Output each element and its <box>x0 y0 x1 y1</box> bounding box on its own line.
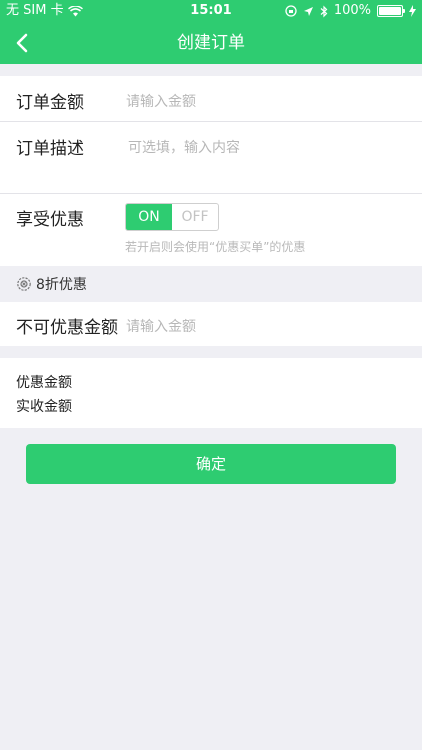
page-title: 创建订单 <box>177 33 245 53</box>
toggle-off-option[interactable]: OFF <box>172 204 218 230</box>
non-discount-label: 不可优惠金额 <box>16 318 118 338</box>
confirm-button[interactable]: 确定 <box>26 444 396 484</box>
discount-amount-label: 优惠金额 <box>16 375 72 391</box>
received-amount-label: 实收金额 <box>16 399 72 415</box>
discount-toggle[interactable]: ON OFF <box>125 203 219 231</box>
non-discount-input[interactable]: 请输入金额 <box>126 316 396 336</box>
amount-input[interactable]: 请输入金额 <box>126 91 406 111</box>
amount-label: 订单金额 <box>16 93 84 113</box>
summary-card: 优惠金额 实收金额 <box>0 358 422 428</box>
location-arrow-icon <box>303 6 313 16</box>
divider <box>0 121 422 122</box>
discount-label: 享受优惠 <box>16 210 84 230</box>
nav-bar: 创建订单 <box>0 22 422 64</box>
description-input[interactable]: 可选填，输入内容 <box>128 137 408 187</box>
discount-type-bar: 8折优惠 <box>0 266 422 302</box>
non-discount-card: 不可优惠金额 请输入金额 <box>0 302 422 346</box>
battery-icon <box>377 5 405 17</box>
bluetooth-icon <box>320 5 328 17</box>
toggle-on-option[interactable]: ON <box>126 204 172 230</box>
status-bar: 无 SIM 卡 15:01 100% <box>0 0 422 22</box>
app-header: 无 SIM 卡 15:01 100% 创建订单 <box>0 0 422 64</box>
divider <box>0 193 422 194</box>
charging-bolt-icon <box>409 5 416 17</box>
description-label: 订单描述 <box>16 139 84 159</box>
gear-icon <box>17 277 31 291</box>
discount-type-label: 8折优惠 <box>36 277 87 293</box>
rotation-lock-icon <box>285 5 297 17</box>
battery-percent: 100% <box>333 3 371 18</box>
status-right: 100% <box>285 0 416 22</box>
discount-hint: 若开启则会使用“优惠买单”的优惠 <box>125 240 306 254</box>
